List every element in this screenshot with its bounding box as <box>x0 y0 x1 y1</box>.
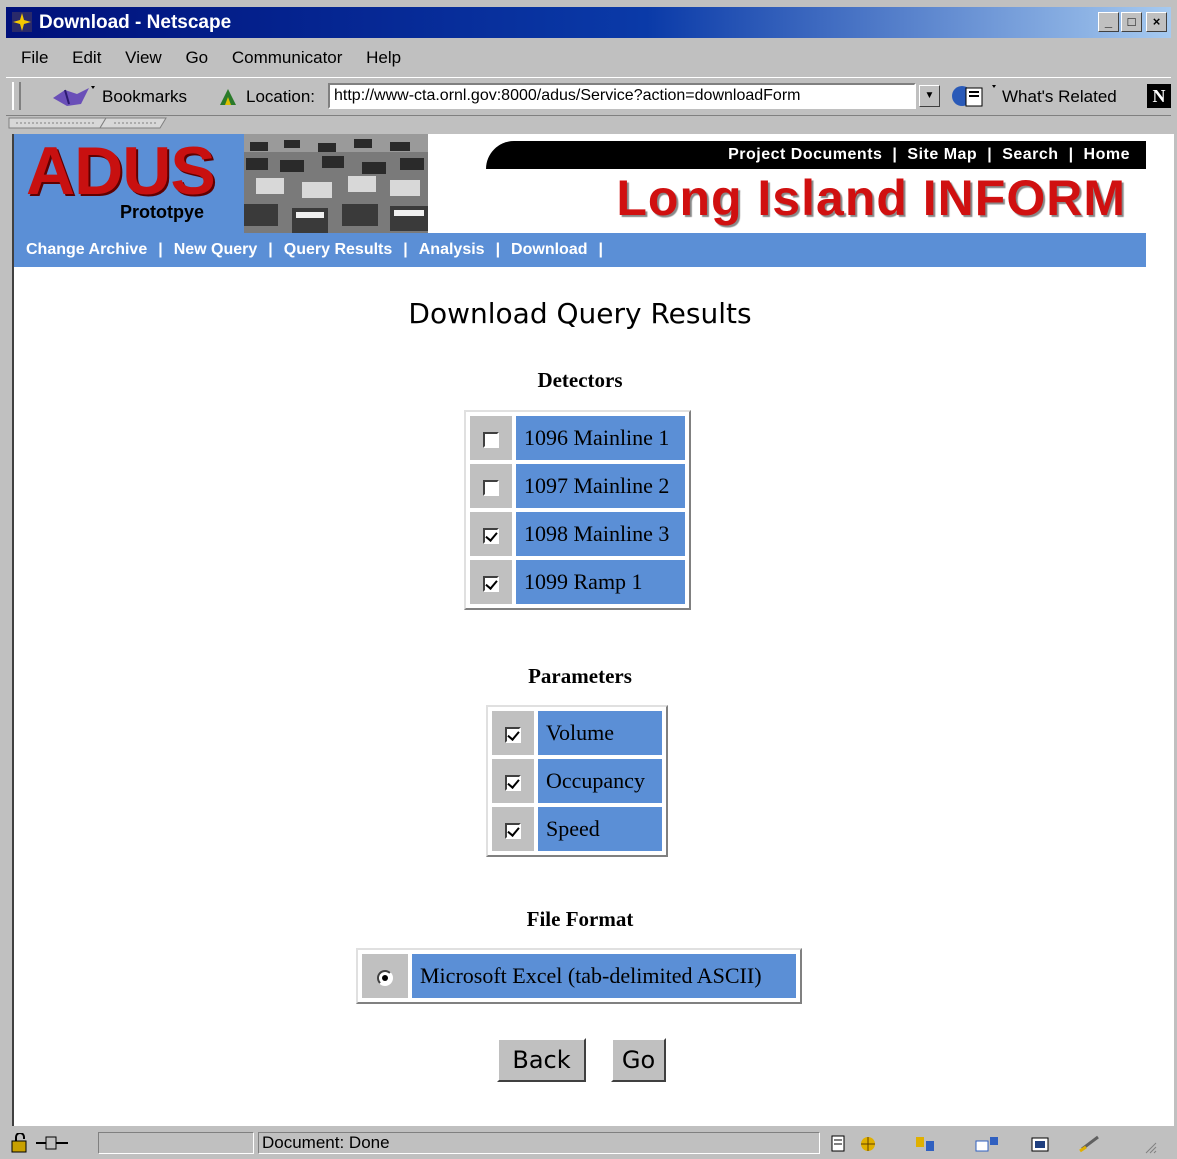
detector-row: 1096 Mainline 1 <box>470 416 685 460</box>
menu-edit[interactable]: Edit <box>72 48 101 67</box>
parameter-row: Occupancy <box>492 759 662 803</box>
file-format-heading: File Format <box>526 907 634 931</box>
logo-text: ADUS <box>26 134 216 209</box>
detectors-heading: Detectors <box>537 368 623 392</box>
logo-subtitle: Prototpye <box>120 202 205 222</box>
status-bar: Document: Done <box>6 1130 1171 1157</box>
detector-label: 1098 Mainline 3 <box>516 512 685 556</box>
window-title: Download - Netscape <box>39 12 232 33</box>
security-lock-icon[interactable] <box>10 1133 34 1153</box>
location-label: Location: <box>246 87 315 106</box>
netscape-icon <box>12 12 32 32</box>
menu-help[interactable]: Help <box>366 48 401 67</box>
adus-logo[interactable]: ADUS Prototpye <box>14 134 244 233</box>
detector-checkbox[interactable] <box>483 575 499 592</box>
whats-related-label[interactable]: What's Related <box>1002 87 1117 107</box>
format-radio[interactable] <box>377 969 393 986</box>
parameter-checkbox[interactable] <box>505 774 521 791</box>
menu-view[interactable]: View <box>125 48 162 67</box>
detector-row: 1098 Mainline 3 <box>470 512 685 556</box>
nav-query-results[interactable]: Query Results <box>284 241 392 258</box>
minimize-button[interactable]: _ <box>1098 12 1119 32</box>
top-nav-bar: Project Documents | Site Map | Search | Home <box>486 141 1146 169</box>
format-label: Microsoft Excel (tab-delimited ASCII) <box>412 954 796 998</box>
parameter-checkbox[interactable] <box>505 822 521 839</box>
site-banner: ADUS Prototpye Project Documents | Site … <box>14 134 1146 267</box>
close-button[interactable]: × <box>1146 12 1167 32</box>
location-toolbar: Bookmarks Location: http://www-cta.ornl.… <box>6 77 1171 116</box>
parameter-label: Volume <box>538 711 662 755</box>
nav-site-map[interactable]: Site Map <box>907 146 977 163</box>
nav-new-query[interactable]: New Query <box>174 241 258 258</box>
top-nav: Project Documents | Site Map | Search | Home <box>728 146 1130 163</box>
location-icon[interactable] <box>217 86 239 108</box>
parameter-label: Occupancy <box>538 759 662 803</box>
traffic-photo <box>244 134 428 233</box>
url-dropdown-icon[interactable]: ▼ <box>919 85 940 107</box>
parameter-row: Volume <box>492 711 662 755</box>
maximize-button[interactable]: □ <box>1121 12 1142 32</box>
netscape-n-logo[interactable]: N <box>1147 84 1171 108</box>
menu-file[interactable]: File <box>21 48 48 67</box>
detectors-table: 1096 Mainline 1 1097 Mainline 2 1098 Mai… <box>464 410 691 610</box>
nav-project-documents[interactable]: Project Documents <box>728 146 882 163</box>
parameters-heading: Parameters <box>528 664 632 688</box>
parameter-label: Speed <box>538 807 662 851</box>
brand-title: Long Island INFORM <box>616 170 1126 226</box>
whats-related-icon[interactable] <box>950 83 998 109</box>
detector-row: 1097 Mainline 2 <box>470 464 685 508</box>
menu-communicator[interactable]: Communicator <box>232 48 343 67</box>
sub-nav: Change Archive | New Query | Query Results | A… <box>14 233 1146 267</box>
parameter-row: Speed <box>492 807 662 851</box>
bookmarks-icon[interactable] <box>51 84 95 110</box>
detector-row: 1099 Ramp 1 <box>470 560 685 604</box>
detector-label: 1096 Mainline 1 <box>516 416 685 460</box>
detector-checkbox[interactable] <box>483 527 499 544</box>
progress-cell <box>98 1132 254 1154</box>
status-text: Document: Done <box>258 1132 820 1154</box>
back-button[interactable]: Back <box>497 1038 586 1082</box>
nav-analysis[interactable]: Analysis <box>419 241 485 258</box>
detector-label: 1099 Ramp 1 <box>516 560 685 604</box>
page-title: Download Query Results <box>408 297 752 330</box>
parameter-checkbox[interactable] <box>505 726 521 743</box>
detector-checkbox[interactable] <box>483 479 499 496</box>
page-viewport[interactable]: ADUS Prototpye Project Documents | Site … <box>12 134 1174 1126</box>
go-button[interactable]: Go <box>611 1038 666 1082</box>
url-field[interactable]: http://www-cta.ornl.gov:8000/adus/Servic… <box>328 83 916 109</box>
window-titlebar[interactable]: Download - Netscape _ □ × <box>6 7 1171 38</box>
detector-checkbox[interactable] <box>483 431 499 448</box>
format-row: Microsoft Excel (tab-delimited ASCII) <box>362 954 796 998</box>
nav-search[interactable]: Search <box>1002 146 1058 163</box>
bookmarks-label[interactable]: Bookmarks <box>102 87 187 107</box>
collapsed-toolbar-tabs[interactable] <box>6 116 1171 132</box>
menu-bar: File Edit View Go Communicator Help <box>6 40 1171 76</box>
nav-home[interactable]: Home <box>1084 146 1130 163</box>
component-bar-icon[interactable] <box>828 1133 1158 1155</box>
connection-icon[interactable] <box>36 1133 68 1153</box>
toolbar-grip[interactable] <box>12 82 21 110</box>
nav-download[interactable]: Download <box>511 241 587 258</box>
file-format-table: Microsoft Excel (tab-delimited ASCII) <box>356 948 802 1004</box>
nav-change-archive[interactable]: Change Archive <box>26 241 147 258</box>
parameters-table: Volume Occupancy Speed <box>486 705 668 857</box>
menu-go[interactable]: Go <box>185 48 208 67</box>
detector-label: 1097 Mainline 2 <box>516 464 685 508</box>
